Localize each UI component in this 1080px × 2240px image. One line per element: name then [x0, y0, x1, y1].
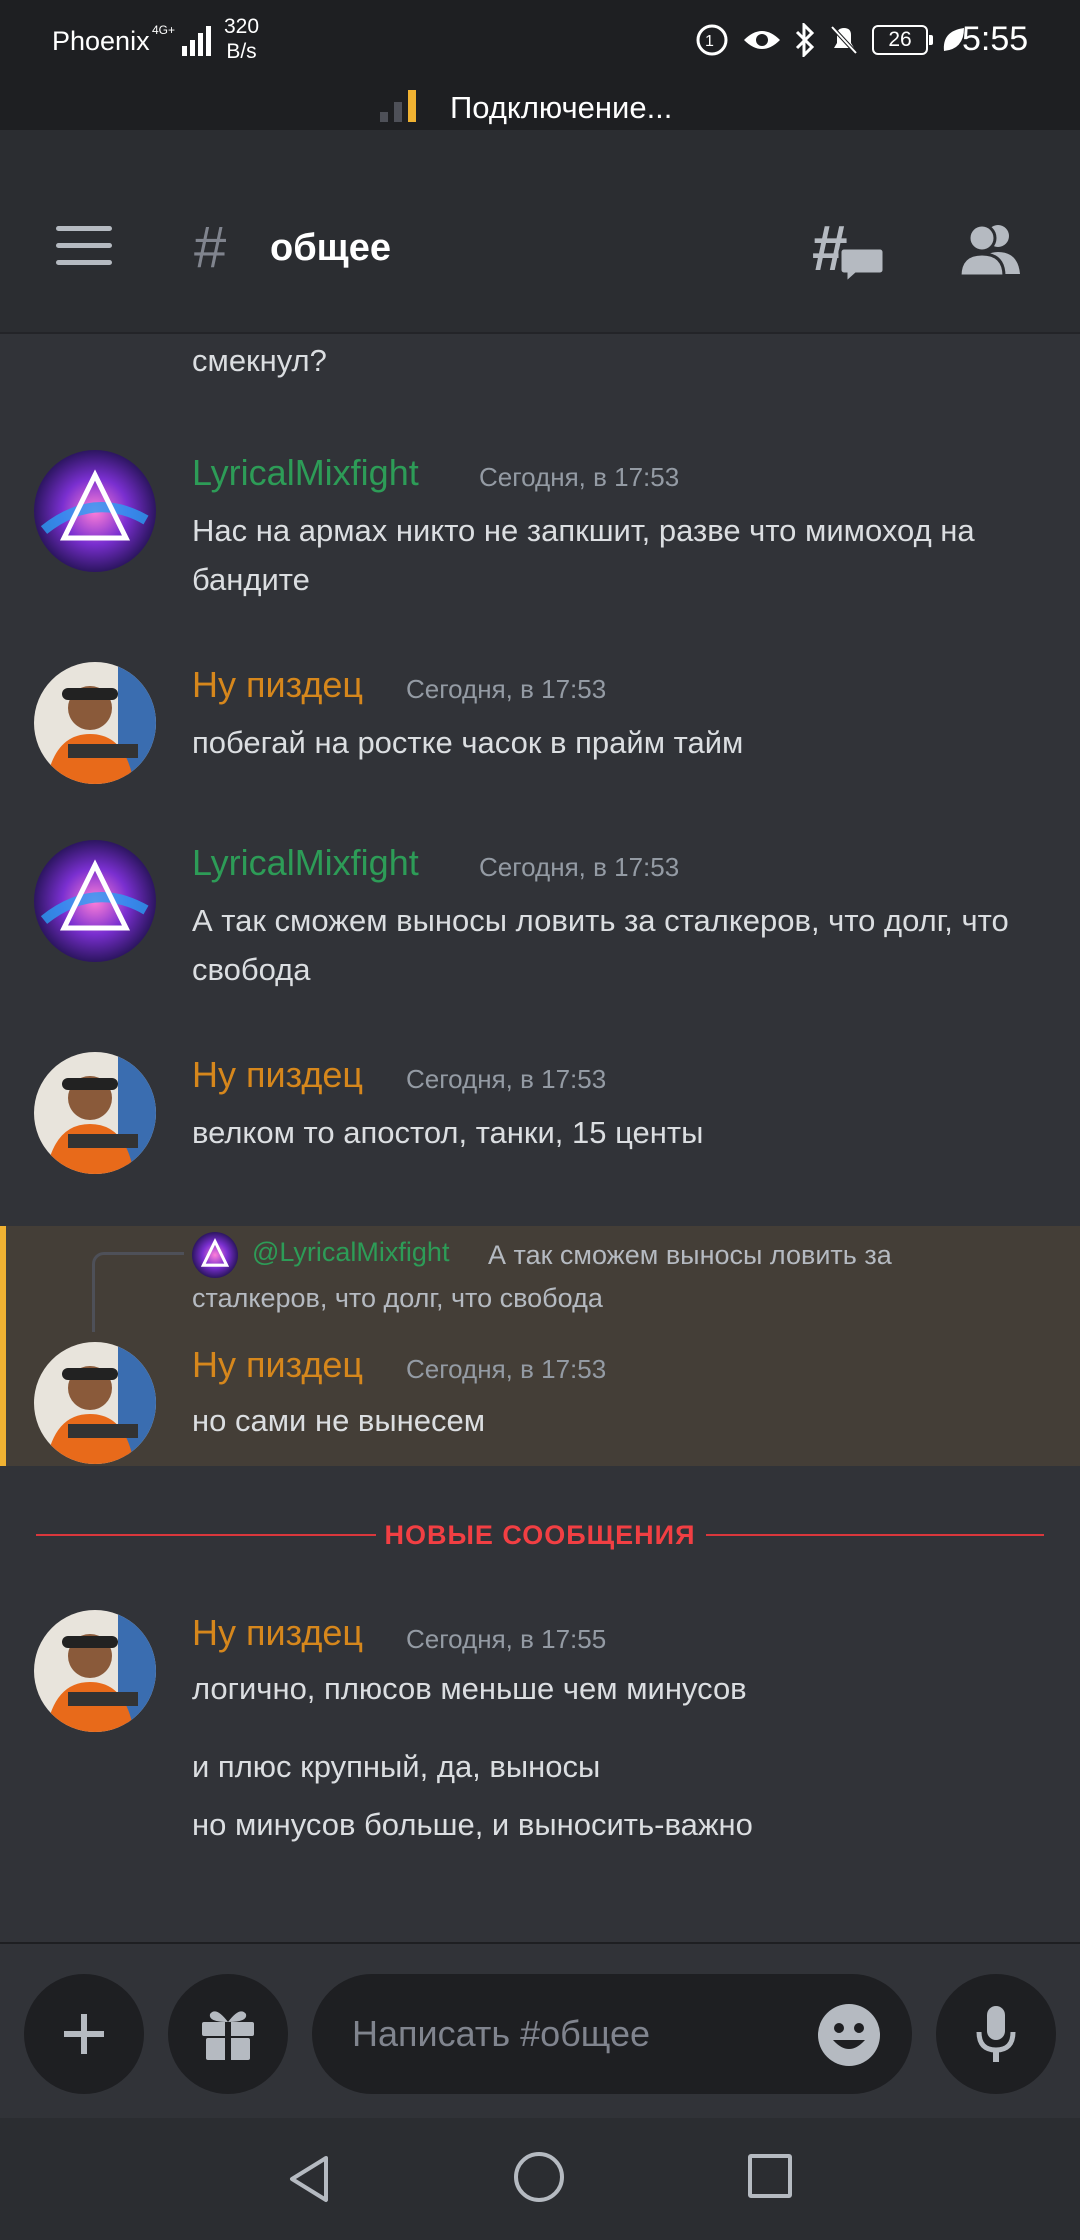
- channel-hash-icon: #: [194, 215, 227, 280]
- message-text: но минусов больше, и выносить-важно: [192, 1807, 753, 1842]
- message-timestamp: Сегодня, в 17:53: [406, 674, 607, 704]
- clock: 5:55: [962, 20, 1029, 58]
- add-attachment-button[interactable]: [24, 1974, 144, 2094]
- reply-connector: [92, 1252, 184, 1332]
- bluetooth-icon: [795, 23, 815, 57]
- message-text: Нас на армах никто не запкшит, разве что…: [192, 513, 975, 597]
- recent-icon[interactable]: [748, 2154, 792, 2198]
- system-nav-bar: [0, 2118, 1080, 2240]
- avatar[interactable]: [34, 1052, 156, 1174]
- message-timestamp: Сегодня, в 17:53: [479, 852, 680, 882]
- avatar[interactable]: [34, 662, 156, 784]
- gift-button[interactable]: [168, 1974, 288, 2094]
- message-timestamp: Сегодня, в 17:55: [406, 1624, 607, 1654]
- message-text: и плюс крупный, да, выносы: [192, 1749, 601, 1784]
- carrier-name: Phoenix: [52, 26, 150, 56]
- eye-icon: [744, 31, 780, 49]
- mic-icon: [976, 2006, 1016, 2062]
- message-text: побегай на ростке часок в прайм тайм: [192, 725, 744, 760]
- members-icon[interactable]: [958, 220, 1022, 280]
- avatar[interactable]: [34, 1342, 156, 1464]
- message-author[interactable]: Ну пиздец: [192, 1612, 363, 1654]
- channel-header: # общее #: [0, 130, 1080, 334]
- message-timestamp: Сегодня, в 17:53: [406, 1354, 607, 1384]
- hamburger-icon: [56, 226, 112, 231]
- message-text: логично, плюсов меньше чем минусов: [192, 1671, 747, 1706]
- message-author[interactable]: LyricalMixfight: [192, 842, 419, 884]
- message-timestamp: Сегодня, в 17:53: [406, 1064, 607, 1094]
- message-text: А так сможем выносы ловить за сталкеров,…: [192, 903, 1009, 987]
- svg-text:1: 1: [705, 33, 714, 50]
- back-icon[interactable]: [286, 2154, 332, 2204]
- message-composer: [0, 1942, 1080, 2118]
- plus-icon: [64, 2014, 104, 2054]
- menu-button[interactable]: [56, 226, 112, 266]
- connection-status: Подключение...: [450, 90, 673, 125]
- battery-indicator: 26: [872, 25, 933, 55]
- message-author[interactable]: LyricalMixfight: [192, 452, 419, 494]
- home-icon[interactable]: [514, 2152, 564, 2202]
- avatar[interactable]: [34, 1610, 156, 1732]
- connecting-signal-icon: [380, 90, 416, 122]
- avatar[interactable]: [34, 840, 156, 962]
- signal-icon: 4G+: [152, 23, 211, 56]
- threads-icon[interactable]: #: [812, 218, 886, 284]
- message-fragment: смекнул?: [192, 343, 327, 378]
- message-text: но сами не вынесем: [192, 1403, 486, 1438]
- status-icons: 1 26: [694, 22, 966, 58]
- network-speed: 320 B/s: [224, 14, 259, 64]
- message-author[interactable]: Ну пиздец: [192, 1344, 363, 1386]
- status-bar: Phoenix 4G+ 320 B/s 1 26 5:55: [0, 0, 1080, 82]
- message-author[interactable]: Ну пиздец: [192, 664, 363, 706]
- message-author[interactable]: Ну пиздец: [192, 1054, 363, 1096]
- message-timestamp: Сегодня, в 17:53: [479, 462, 680, 492]
- new-messages-label: НОВЫЕ СООБЩЕНИЯ: [384, 1520, 696, 1550]
- reply-author[interactable]: @LyricalMixfight: [252, 1237, 449, 1268]
- emoji-icon[interactable]: [818, 2004, 880, 2066]
- speed-value: 320: [224, 15, 260, 38]
- gift-icon: [202, 2011, 254, 2060]
- new-messages-divider: НОВЫЕ СООБЩЕНИЯ: [36, 1520, 1044, 1550]
- channel-title: общее: [270, 227, 392, 269]
- data-saver-icon: 1: [696, 24, 728, 56]
- message-text: велком то апостол, танки, 15 центы: [192, 1115, 704, 1150]
- speed-unit: B/s: [226, 40, 257, 63]
- connection-bar: Подключение...: [0, 82, 1080, 130]
- avatar[interactable]: [34, 450, 156, 572]
- voice-message-button[interactable]: [936, 1974, 1056, 2094]
- network-type: 4G+: [152, 23, 175, 37]
- bell-muted-icon: [830, 25, 858, 55]
